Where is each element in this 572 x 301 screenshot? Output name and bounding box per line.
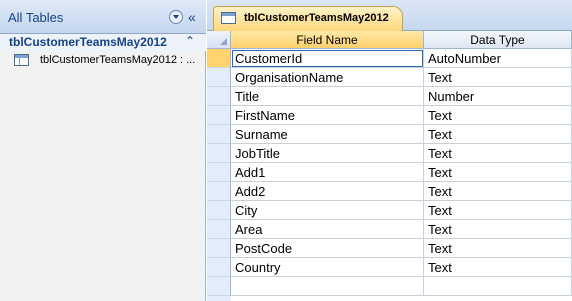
- navigation-pane: All Tables « tblCustomerTeamsMay2012 ⌃ t…: [0, 0, 206, 301]
- field-name-cell[interactable]: Add1: [231, 163, 424, 182]
- table-row[interactable]: Add2 Text: [207, 182, 572, 201]
- collapse-pane-icon[interactable]: «: [188, 8, 196, 26]
- row-selector[interactable]: [207, 163, 231, 182]
- table-row[interactable]: OrganisationName Text: [207, 68, 572, 87]
- field-name-cell[interactable]: Country: [231, 258, 424, 277]
- row-selector[interactable]: [207, 182, 231, 201]
- chevron-down-icon[interactable]: [169, 10, 183, 24]
- nav-group-header[interactable]: tblCustomerTeamsMay2012 ⌃: [0, 34, 206, 51]
- navigation-pane-title[interactable]: All Tables: [8, 10, 63, 25]
- field-name-cell[interactable]: Surname: [231, 125, 424, 144]
- data-type-cell[interactable]: AutoNumber: [424, 49, 572, 68]
- select-all-button[interactable]: [207, 31, 231, 49]
- row-selector[interactable]: [207, 125, 231, 144]
- design-grid: Field Name Data Type CustomerId AutoNumbe…: [207, 31, 572, 301]
- data-type-cell[interactable]: Text: [424, 182, 572, 201]
- row-selector[interactable]: [207, 220, 231, 239]
- row-selector[interactable]: [207, 87, 231, 106]
- data-type-cell[interactable]: Text: [424, 144, 572, 163]
- row-selector[interactable]: [207, 106, 231, 125]
- data-type-cell[interactable]: [424, 277, 572, 296]
- table-row[interactable]: City Text: [207, 201, 572, 220]
- field-name-cell[interactable]: OrganisationName: [231, 68, 424, 87]
- table-row[interactable]: PostCode Text: [207, 239, 572, 258]
- row-selector[interactable]: [207, 239, 231, 258]
- data-type-cell[interactable]: Text: [424, 220, 572, 239]
- table-rows: CustomerId AutoNumber OrganisationName Text…: [207, 49, 572, 296]
- data-type-cell[interactable]: Text: [424, 125, 572, 144]
- chevron-up-icon[interactable]: ⌃: [185, 34, 195, 48]
- data-type-cell[interactable]: Text: [424, 239, 572, 258]
- document-tab-strip: tblCustomerTeamsMay2012: [207, 0, 572, 32]
- row-selector[interactable]: [207, 277, 231, 296]
- data-type-cell[interactable]: Text: [424, 163, 572, 182]
- document-tab-label[interactable]: tblCustomerTeamsMay2012: [244, 12, 389, 24]
- table-row[interactable]: Title Number: [207, 87, 572, 106]
- field-name-cell[interactable]: FirstName: [231, 106, 424, 125]
- nav-group-label[interactable]: tblCustomerTeamsMay2012: [9, 35, 167, 49]
- table-icon: [14, 54, 29, 66]
- nav-item-table[interactable]: tblCustomerTeamsMay2012 : ...: [0, 52, 206, 70]
- field-name-cell[interactable]: PostCode: [231, 239, 424, 258]
- row-selector[interactable]: [207, 68, 231, 87]
- row-selector[interactable]: [207, 258, 231, 277]
- field-name-cell[interactable]: CustomerId: [231, 49, 424, 68]
- row-selector[interactable]: [207, 201, 231, 220]
- field-name-cell[interactable]: Area: [231, 220, 424, 239]
- column-header-data-type[interactable]: Data Type: [424, 31, 572, 49]
- table-row[interactable]: Surname Text: [207, 125, 572, 144]
- column-header-field-name[interactable]: Field Name: [231, 31, 424, 49]
- data-type-cell[interactable]: Text: [424, 106, 572, 125]
- document-area: tblCustomerTeamsMay2012 Field Name Data …: [207, 0, 572, 301]
- field-name-cell[interactable]: Add2: [231, 182, 424, 201]
- table-row[interactable]: Add1 Text: [207, 163, 572, 182]
- table-row[interactable]: Area Text: [207, 220, 572, 239]
- data-type-cell[interactable]: Text: [424, 201, 572, 220]
- row-selector[interactable]: [207, 144, 231, 163]
- field-name-cell[interactable]: City: [231, 201, 424, 220]
- data-type-cell[interactable]: Text: [424, 68, 572, 87]
- table-row[interactable]: [207, 277, 572, 296]
- navigation-pane-header[interactable]: All Tables «: [0, 0, 206, 34]
- row-selector[interactable]: [207, 49, 231, 68]
- field-name-cell[interactable]: JobTitle: [231, 144, 424, 163]
- data-type-cell[interactable]: Text: [424, 258, 572, 277]
- table-row[interactable]: JobTitle Text: [207, 144, 572, 163]
- table-row[interactable]: CustomerId AutoNumber: [207, 49, 572, 68]
- document-tab[interactable]: tblCustomerTeamsMay2012: [213, 6, 403, 32]
- nav-item-label[interactable]: tblCustomerTeamsMay2012 : ...: [40, 54, 195, 66]
- table-icon: [221, 12, 236, 24]
- field-name-cell[interactable]: Title: [231, 87, 424, 106]
- table-row[interactable]: Country Text: [207, 258, 572, 277]
- table-row[interactable]: FirstName Text: [207, 106, 572, 125]
- field-name-cell[interactable]: [231, 277, 424, 296]
- data-type-cell[interactable]: Number: [424, 87, 572, 106]
